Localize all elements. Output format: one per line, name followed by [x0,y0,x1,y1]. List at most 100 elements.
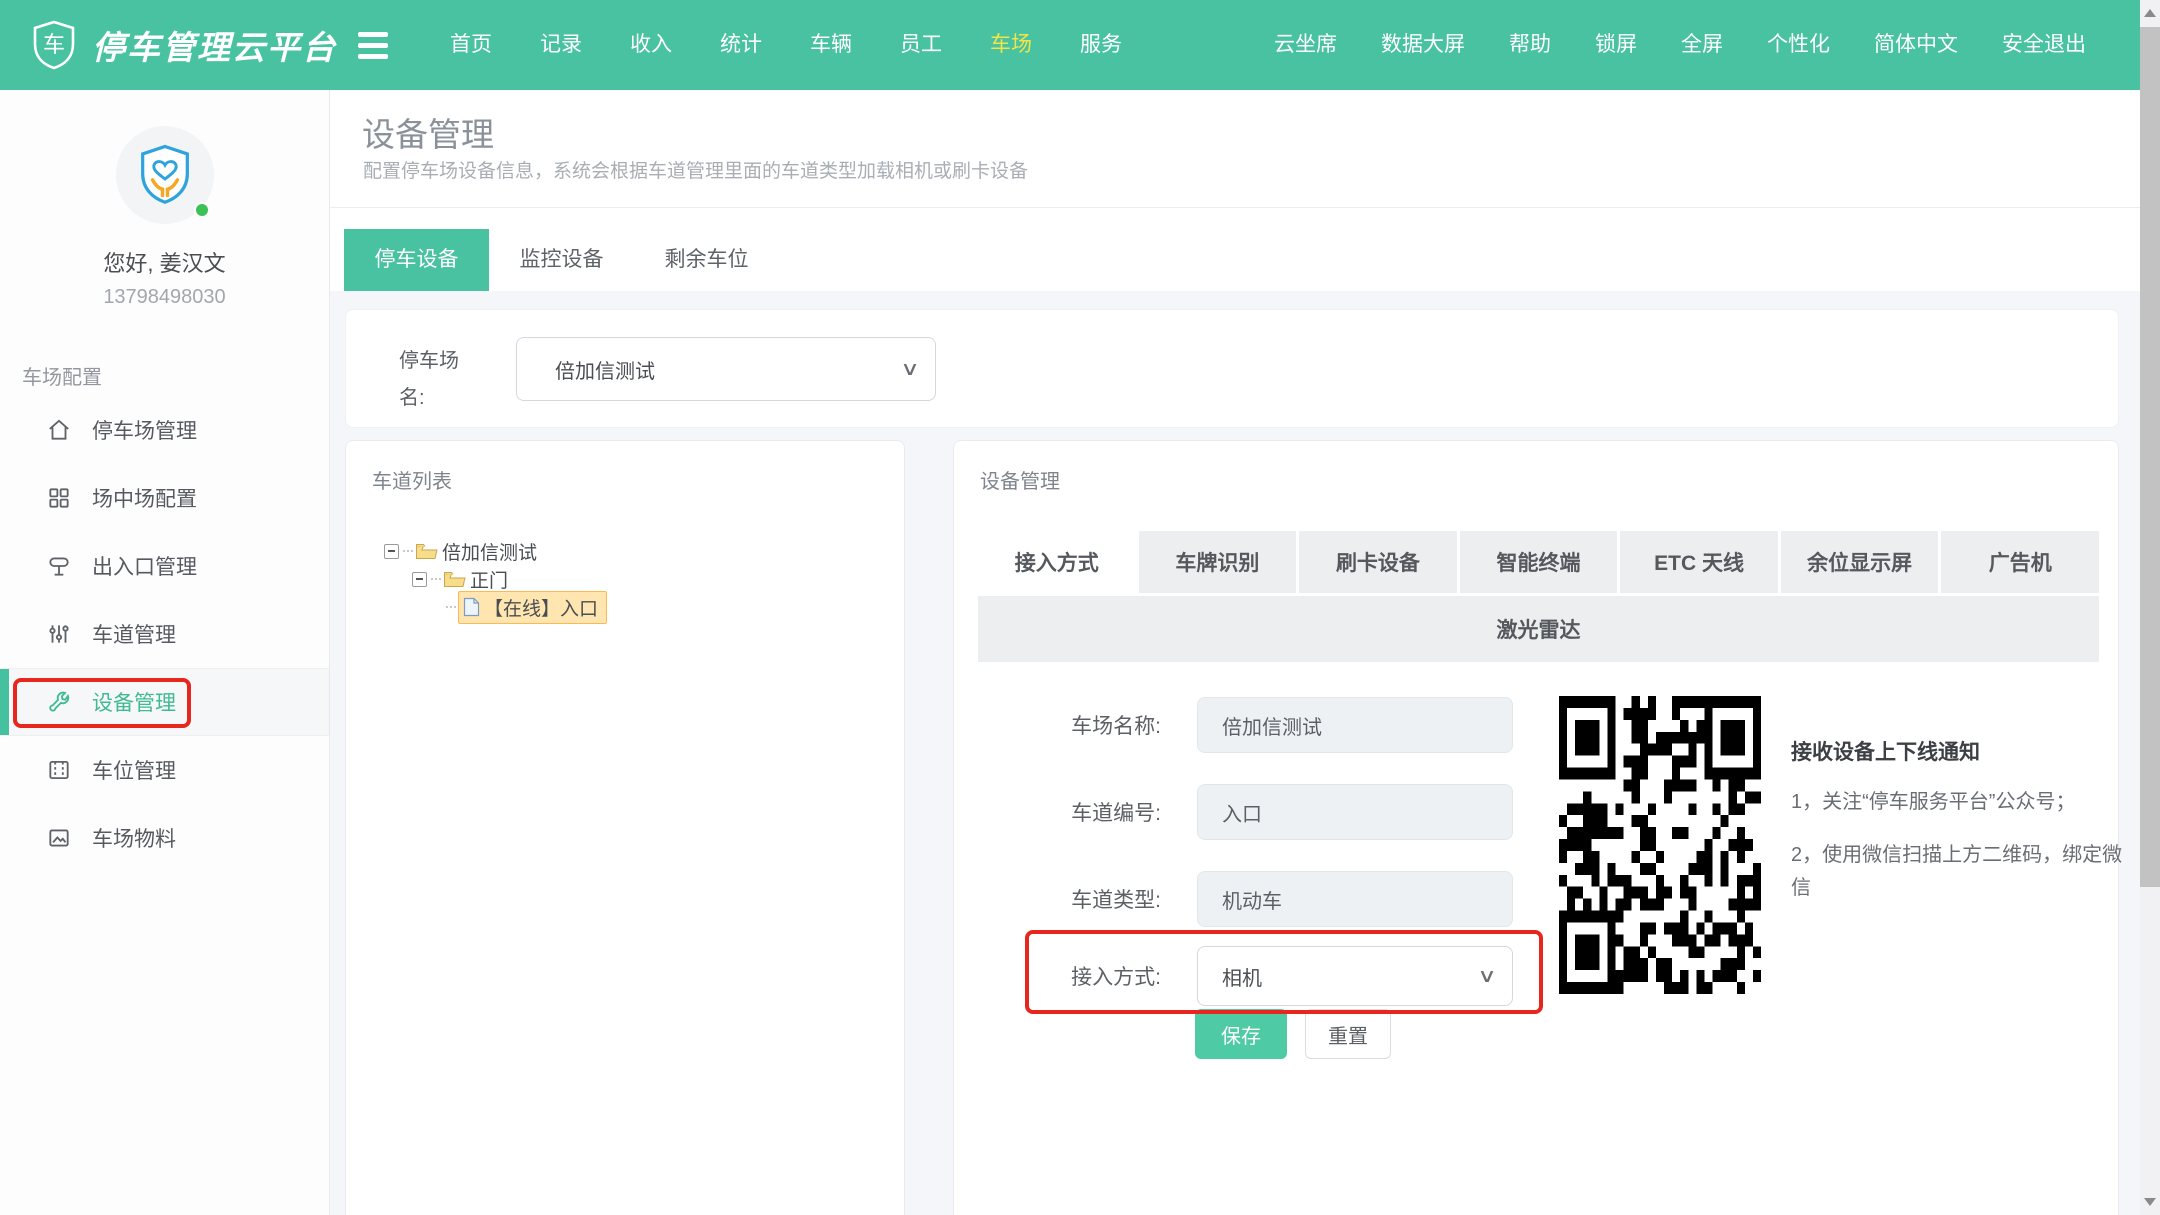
parking-lot-select-value: 倍加信测试 [555,355,655,384]
tab-smart-terminal[interactable]: 智能终端 [1460,531,1618,593]
scrollbar-down-arrow[interactable] [2140,1189,2160,1215]
device-category-tabs: 停车设备 监控设备 剩余车位 [344,229,779,291]
nav-item-parking-lot[interactable]: 车场 [966,0,1056,90]
tab-parking-equipment[interactable]: 停车设备 [344,229,489,291]
qr-code [1559,696,1761,994]
gate-icon [46,553,72,579]
tab-ad-machine[interactable]: 广告机 [1941,531,2099,593]
tab-access-mode[interactable]: 接入方式 [978,531,1136,593]
sidebar-item-parking-space-management[interactable]: 车位管理 [0,736,329,804]
page-header: 设备管理 配置停车场设备信息，系统会根据车道管理里面的车道类型加载相机或刷卡设备… [330,90,2160,291]
shield-car-logo-icon: 车 [30,19,78,71]
nav-item-income[interactable]: 收入 [606,0,696,90]
sidebar-item-label: 场中场配置 [92,483,197,513]
collapse-icon[interactable] [412,572,427,587]
lot-name-field[interactable]: 倍加信测试 [1197,697,1513,753]
page-subtitle: 配置停车场设备信息，系统会根据车道管理里面的车道类型加载相机或刷卡设备 [363,156,1028,183]
header-divider [330,207,2160,208]
access-mode-select[interactable]: 相机 ∨ [1197,946,1513,1006]
avatar [116,126,214,224]
app-root: 车 停车管理云平台 首页 记录 收入 统计 车辆 员工 车场 服务 云坐席 数据… [0,0,2160,1215]
user-phone: 13798498030 [0,286,329,309]
svg-text:车: 车 [43,32,65,57]
sliders-icon [46,621,72,647]
sidebar-item-label: 车道管理 [92,619,176,649]
online-status-dot [194,202,210,218]
page-scrollbar[interactable] [2140,0,2160,1215]
page-title: 设备管理 [362,108,494,156]
lane-number-field[interactable]: 入口 [1197,784,1513,840]
nav-item-statistics[interactable]: 统计 [696,0,786,90]
tree-node-root[interactable]: 倍加信测试 [384,537,607,565]
device-management-panel: 设备管理 接入方式 车牌识别 刷卡设备 智能终端 ETC 天线 余位显示屏 广告… [953,440,2119,1215]
tree-node-label: 正门 [470,566,508,593]
form-row-lot-name: 车场名称: 倍加信测试 [981,697,1513,753]
sidebar-item-device-management[interactable]: 设备管理 [0,668,329,736]
tree-selected-node[interactable]: 【在线】入口 [458,591,607,624]
tab-remaining-display[interactable]: 余位显示屏 [1781,531,1939,593]
lane-list-title: 车道列表 [372,465,452,494]
folder-icon [443,570,466,589]
nav-item-language[interactable]: 简体中文 [1852,0,1980,90]
chevron-down-icon: ∨ [900,358,919,381]
nav-item-help[interactable]: 帮助 [1487,0,1573,90]
lane-type-label: 车道类型: [981,884,1161,914]
lane-type-field[interactable]: 机动车 [1197,871,1513,927]
tree-node-label: 倍加信测试 [442,538,537,565]
sidebar-item-label: 设备管理 [92,687,176,717]
tree-node-entrance[interactable]: 【在线】入口 [384,593,607,621]
sidebar-item-lot-materials[interactable]: 车场物料 [0,804,329,872]
tree-node-label: 【在线】入口 [484,594,598,621]
tab-remaining-spaces[interactable]: 剩余车位 [634,229,779,291]
topbar-right-nav: 云坐席 数据大屏 帮助 锁屏 全屏 个性化 简体中文 安全退出 [1252,0,2108,90]
tree-node-gate[interactable]: 正门 [384,565,607,593]
nav-item-staff[interactable]: 员工 [876,0,966,90]
sidebar-item-lane-management[interactable]: 车道管理 [0,600,329,668]
nav-item-home[interactable]: 首页 [426,0,516,90]
topbar: 车 停车管理云平台 首页 记录 收入 统计 车辆 员工 车场 服务 云坐席 数据… [0,0,2160,90]
sidebar-menu: 停车场管理 场中场配置 出入口管理 [0,396,329,872]
nav-item-vehicles[interactable]: 车辆 [786,0,876,90]
tab-monitoring-equipment[interactable]: 监控设备 [489,229,634,291]
nav-item-records[interactable]: 记录 [516,0,606,90]
lane-tree: 倍加信测试 正门 【在线】入口 [384,537,607,621]
form-row-lane-number: 车道编号: 入口 [981,784,1513,840]
nav-item-cloud-seat[interactable]: 云坐席 [1252,0,1359,90]
sidebar-item-label: 出入口管理 [92,551,197,581]
sidebar-item-entrance-exit-management[interactable]: 出入口管理 [0,532,329,600]
nav-item-fullscreen[interactable]: 全屏 [1659,0,1745,90]
scrollbar-thumb[interactable] [2140,27,2160,887]
hamburger-menu-icon[interactable] [358,32,388,59]
nav-item-personalize[interactable]: 个性化 [1745,0,1852,90]
form-row-lane-type: 车道类型: 机动车 [981,871,1513,927]
scrollbar-up-arrow[interactable] [2140,0,2160,26]
brand-logo[interactable]: 车 停车管理云平台 [0,19,330,71]
sidebar-item-label: 停车场管理 [92,415,197,445]
lane-number-label: 车道编号: [981,797,1161,827]
tab-etc-antenna[interactable]: ETC 天线 [1620,531,1778,593]
tab-plate-recognition[interactable]: 车牌识别 [1139,531,1297,593]
qr-instructions: 接收设备上下线通知 1，关注“停车服务平台”公众号； 2，使用微信扫描上方二维码… [1791,696,2131,994]
sidebar: 您好, 姜汉文 13798498030 车场配置 停车场管理 场中场配置 [0,90,330,1215]
access-mode-select-value: 相机 [1222,962,1262,991]
grid-icon [46,485,72,511]
nav-item-lock-screen[interactable]: 锁屏 [1573,0,1659,90]
collapse-icon[interactable] [384,544,399,559]
parking-lot-select[interactable]: 倍加信测试 ∨ [516,337,936,401]
sidebar-item-lot-in-lot-config[interactable]: 场中场配置 [0,464,329,532]
nav-item-logout[interactable]: 安全退出 [1980,0,2108,90]
tree-connector [431,578,441,580]
avatar-shield-icon [135,144,195,206]
folder-icon [415,542,438,561]
subtab-laser-radar[interactable]: 激光雷达 [978,596,2099,662]
chevron-down-icon: ∨ [1477,965,1496,988]
save-button[interactable]: 保存 [1195,1009,1287,1059]
sidebar-item-label: 车位管理 [92,755,176,785]
qr-step-2: 2，使用微信扫描上方二维码，绑定微信 [1791,839,2131,905]
tab-card-device[interactable]: 刷卡设备 [1299,531,1457,593]
qr-notice-block: 接收设备上下线通知 1，关注“停车服务平台”公众号； 2，使用微信扫描上方二维码… [1559,696,2131,994]
nav-item-services[interactable]: 服务 [1056,0,1146,90]
nav-item-data-screen[interactable]: 数据大屏 [1359,0,1487,90]
reset-button[interactable]: 重置 [1305,1009,1391,1059]
sidebar-item-parking-lot-management[interactable]: 停车场管理 [0,396,329,464]
